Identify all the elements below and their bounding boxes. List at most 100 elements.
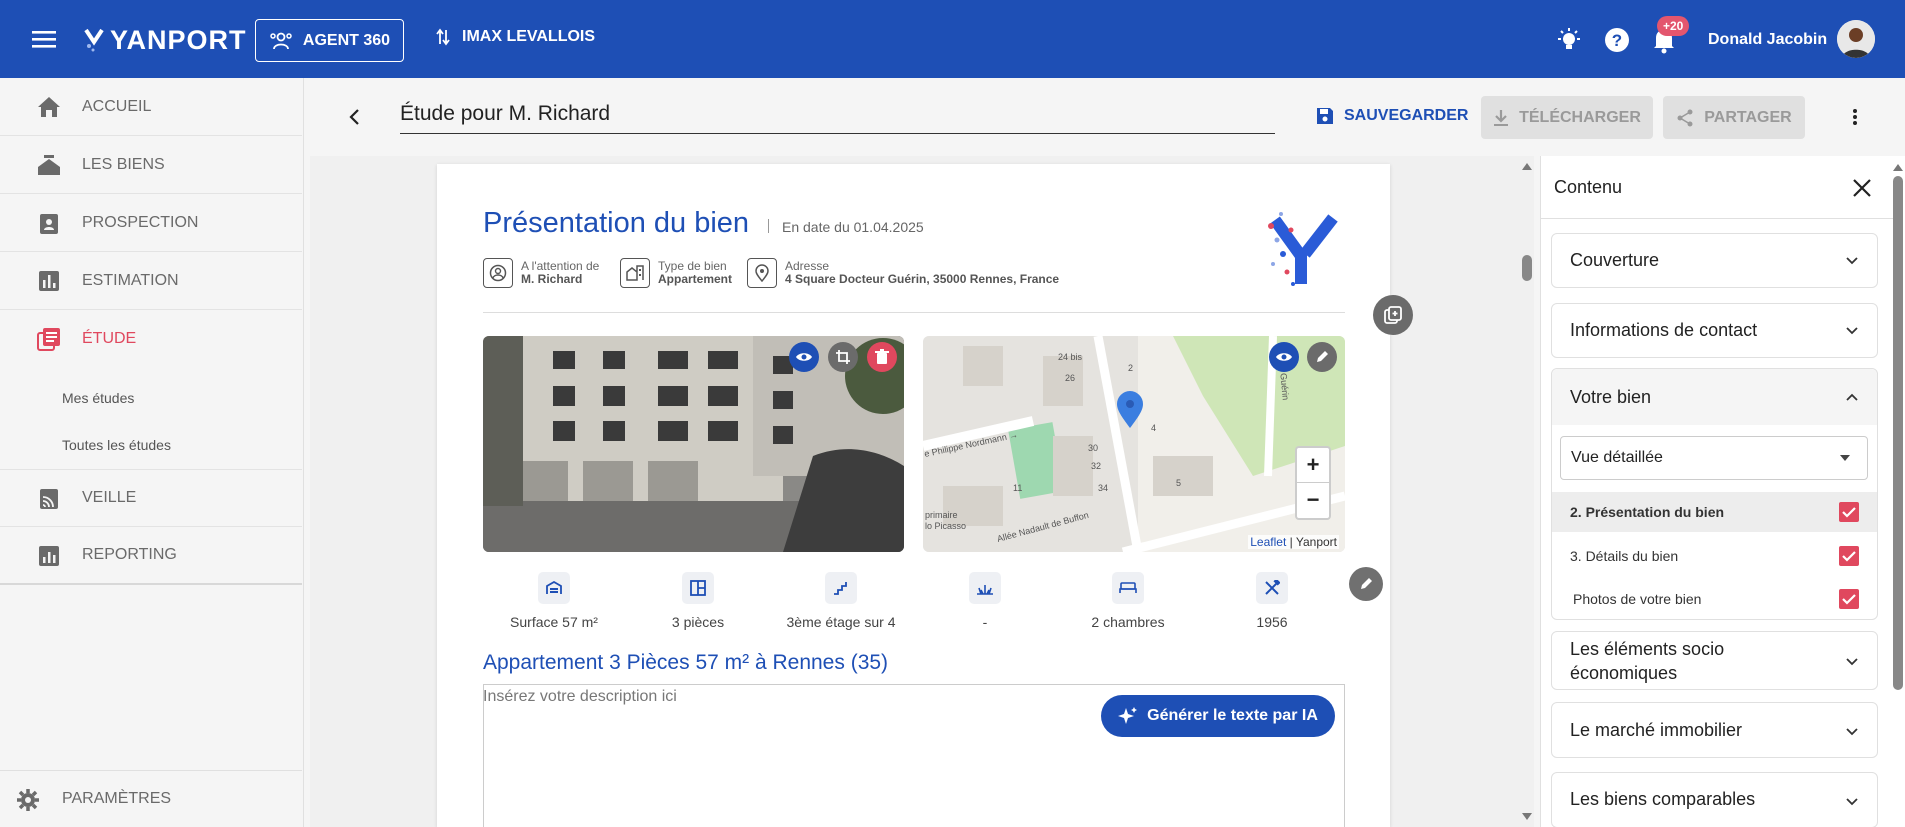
share-button[interactable]: PARTAGER (1663, 96, 1805, 139)
dropdown-arrow-icon[interactable] (1839, 454, 1851, 462)
section-contact[interactable]: Informations de contact (1551, 303, 1878, 358)
close-icon[interactable] (1852, 178, 1872, 198)
scroll-down-arrow-icon[interactable] (1521, 812, 1533, 822)
study-title-input[interactable]: Étude pour M. Richard (400, 100, 1275, 134)
sidebar-item-label: ACCUEIL (82, 97, 152, 115)
checkbox-presentation[interactable]: 2. Présentation du bien (1552, 492, 1877, 532)
checkbox-checked-icon[interactable] (1839, 546, 1859, 566)
agent-360-button[interactable]: AGENT 360 (255, 19, 404, 62)
scroll-up-arrow-icon[interactable] (1521, 161, 1533, 171)
address-value: 4 Square Docteur Guérin, 35000 Rennes, F… (785, 272, 1060, 286)
map-label-32: 32 (1091, 461, 1101, 471)
map-label-11: 11 (1013, 483, 1022, 493)
sidebar-item-les-biens[interactable]: LES BIENS (0, 136, 302, 194)
section-comparables[interactable]: Les biens comparables (1551, 772, 1878, 827)
chevron-down-icon (1846, 658, 1858, 666)
back-icon[interactable] (345, 106, 365, 128)
agency-switcher[interactable]: IMAX LEVALLOIS (436, 28, 595, 46)
clipboard-user-icon (36, 211, 62, 235)
title-divider (768, 219, 769, 233)
download-button[interactable]: TÉLÉCHARGER (1481, 96, 1653, 139)
download-label: TÉLÉCHARGER (1519, 108, 1641, 126)
gear-icon (17, 789, 39, 811)
add-section-icon[interactable] (1373, 295, 1413, 335)
chevron-down-icon (1846, 728, 1858, 736)
map-label-26: 26 (1065, 373, 1075, 383)
section-couverture[interactable]: Couverture (1551, 233, 1878, 288)
avatar[interactable] (1837, 20, 1875, 58)
sidebar-item-etude[interactable]: ÉTUDE (0, 310, 302, 368)
delete-photo-icon[interactable] (867, 342, 897, 372)
feature-label: 3 pièces (671, 614, 725, 630)
section-label: Les biens comparables (1570, 789, 1756, 809)
top-bar: YANPORT AGENT 360 IMAX LEVALLOIS ? +20 D… (0, 0, 1905, 78)
sidebar-item-estimation[interactable]: ESTIMATION (0, 252, 302, 310)
feature-rooms: 3 pièces (633, 572, 763, 630)
settings-button[interactable]: PARAMÈTRES (0, 770, 302, 827)
yanport-logo[interactable]: YANPORT (84, 24, 247, 56)
feature-label: 1956 (1256, 614, 1288, 630)
address-info: Adresse 4 Square Docteur Guérin, 35000 Re… (747, 258, 1059, 288)
checkbox-photos[interactable]: Photos de votre bien (1552, 579, 1877, 619)
svg-text:?: ? (1612, 31, 1622, 50)
feature-label: 2 chambres (1091, 614, 1165, 630)
sidebar-item-reporting[interactable]: REPORTING (0, 527, 302, 585)
checkbox-checked-icon[interactable] (1839, 589, 1859, 609)
type-value: Appartement (658, 272, 733, 286)
study-doc-icon (36, 327, 62, 351)
map-visibility-icon[interactable] (1269, 342, 1299, 372)
panel-title: Contenu (1554, 177, 1623, 197)
map-label-4: 4 (1151, 423, 1156, 433)
section-label: Les éléments socio économiques (1570, 639, 1725, 683)
document-scrollbar[interactable] (1522, 255, 1532, 281)
download-icon (1494, 109, 1509, 126)
sidebar-subitem-mes-etudes[interactable]: Mes études (62, 390, 134, 406)
section-label: Le marché immobilier (1570, 720, 1743, 740)
sidebar-item-veille[interactable]: VEILLE (0, 469, 302, 527)
settings-label: PARAMÈTRES (62, 790, 172, 807)
panel-header-divider (1540, 218, 1895, 219)
photo-visibility-icon[interactable] (789, 342, 819, 372)
section-marche[interactable]: Le marché immobilier (1551, 702, 1878, 758)
generate-ai-button[interactable]: Générer le texte par IA (1101, 695, 1335, 737)
cast-icon (36, 487, 62, 511)
panel-scrollbar[interactable] (1893, 176, 1903, 690)
checkbox-checked-icon[interactable] (1839, 502, 1859, 522)
feature-surface: Surface 57 m² (489, 572, 619, 630)
more-vert-icon[interactable] (1845, 106, 1865, 128)
leaflet-link[interactable]: Leaflet (1250, 535, 1286, 549)
checkbox-label: 2. Présentation du bien (1570, 504, 1725, 520)
crop-icon[interactable] (828, 342, 858, 372)
section-socio-eco[interactable]: Les éléments socio économiques (1551, 631, 1878, 690)
share-label: PARTAGER (1704, 108, 1792, 126)
report-chart-icon (36, 544, 62, 568)
notification-badge: +20 (1657, 16, 1690, 36)
save-button[interactable]: SAUVEGARDER (1316, 107, 1468, 125)
map-edit-icon[interactable] (1307, 342, 1337, 372)
user-name[interactable]: Donald Jacobin (1708, 31, 1827, 49)
map-label-school: primaire (925, 510, 958, 520)
lightbulb-icon[interactable] (1555, 26, 1583, 54)
user-circle-icon (483, 258, 513, 288)
panel-scroll-up-icon[interactable] (1892, 162, 1904, 172)
chevron-up-icon[interactable] (1845, 392, 1859, 402)
attribution-owner: Yanport (1295, 535, 1337, 549)
checkbox-details[interactable]: 3. Détails du bien (1552, 536, 1877, 576)
menu-icon[interactable] (32, 28, 58, 50)
feature-floor: 3ème étage sur 4 (776, 572, 906, 630)
sidebar-subitem-toutes-etudes[interactable]: Toutes les études (62, 437, 171, 453)
help-icon[interactable]: ? (1603, 26, 1631, 54)
building-icon (620, 258, 650, 288)
recipient-info: A l'attention de M. Richard (483, 258, 599, 288)
tools-icon (1256, 572, 1288, 604)
sidebar-item-label: ESTIMATION (82, 271, 179, 289)
agency-name: IMAX LEVALLOIS (462, 28, 596, 45)
sidebar-item-accueil[interactable]: ACCUEIL (0, 78, 302, 136)
zoom-in-button[interactable]: + (1297, 448, 1329, 483)
zoom-out-button[interactable]: − (1297, 483, 1329, 518)
edit-features-icon[interactable] (1349, 567, 1383, 601)
sidebar-item-label: VEILLE (82, 489, 137, 506)
sidebar-item-prospection[interactable]: PROSPECTION (0, 194, 302, 252)
section-label: Votre bien (1570, 387, 1652, 407)
map-label-2: 2 (1128, 363, 1133, 373)
